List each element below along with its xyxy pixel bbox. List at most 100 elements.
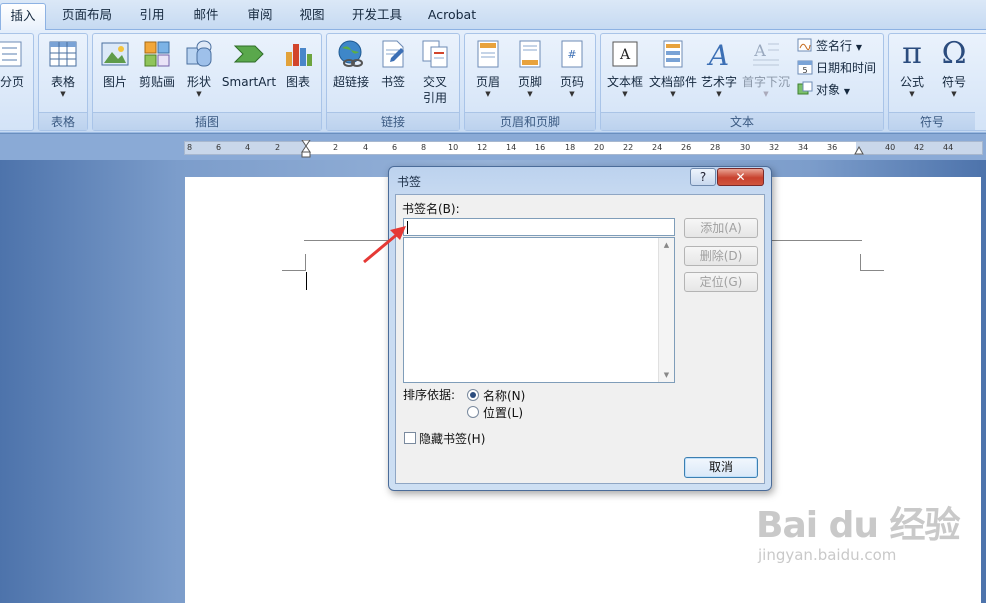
picture-button[interactable]: 图片 <box>97 38 133 90</box>
svg-text:5: 5 <box>802 66 807 75</box>
tab-insert[interactable]: 插入 <box>0 3 46 31</box>
clipart-icon <box>144 41 170 67</box>
signature-line-button[interactable]: 签名行 ▼ <box>797 36 862 56</box>
delete-button[interactable]: 删除(D) <box>684 246 758 266</box>
symbol-button[interactable]: Ω 符号 ▼ <box>935 36 973 99</box>
scroll-down-icon[interactable]: ▼ <box>659 368 674 382</box>
shapes-button[interactable]: 形状 ▼ <box>181 38 217 98</box>
table-button[interactable]: 表格 ▼ <box>43 38 83 98</box>
indent-marker-icon[interactable] <box>301 140 311 158</box>
cross-reference-button[interactable]: 交叉 引用 <box>415 38 455 106</box>
quick-parts-button[interactable]: 文档部件 ▼ <box>649 38 697 98</box>
chevron-down-icon: ▼ <box>855 43 862 52</box>
goto-button[interactable]: 定位(G) <box>684 272 758 292</box>
bookmark-list[interactable]: ▲ ▼ <box>403 237 675 383</box>
group-header-footer: 页眉 ▼ 页脚 ▼ # 页码 ▼ 页眉和页脚 <box>464 33 596 131</box>
ruler-tick: 4 <box>245 143 251 152</box>
svg-text:#: # <box>567 48 576 61</box>
ruler-tick: 34 <box>798 143 809 152</box>
page-number-button[interactable]: # 页码 ▼ <box>553 38 591 98</box>
calendar-icon: 5 <box>797 60 813 75</box>
drop-cap-button[interactable]: A 首字下沉 ▼ <box>741 38 791 98</box>
symbol-label: 符号 <box>941 75 966 89</box>
bookmark-icon <box>382 40 404 68</box>
wordart-button[interactable]: A 艺术字 ▼ <box>699 38 739 98</box>
chart-button[interactable]: 图表 <box>279 38 317 90</box>
smartart-icon <box>233 45 264 63</box>
textbox-label: 文本框 <box>606 75 643 89</box>
hyperlink-button[interactable]: 超链接 <box>331 38 371 90</box>
bookmark-button[interactable]: 书签 <box>373 38 413 90</box>
group-text: A 文本框 ▼ 文档部件 ▼ A 艺术字 ▼ A 首字下沉 ▼ 签名行 ▼ 5 … <box>600 33 884 131</box>
quick-parts-label: 文档部件 <box>649 75 698 89</box>
date-time-button[interactable]: 5 日期和时间 <box>797 58 876 78</box>
close-button[interactable]: ✕ <box>717 168 764 186</box>
page-break-button[interactable]: 分页 <box>0 38 27 90</box>
quick-parts-icon <box>663 40 683 68</box>
tab-page-layout[interactable]: 页面布局 <box>52 6 122 24</box>
tab-review[interactable]: 审阅 <box>238 6 282 24</box>
table-label: 表格 <box>50 75 75 89</box>
object-button[interactable]: 对象 ▼ <box>797 80 850 100</box>
textbox-button[interactable]: A 文本框 ▼ <box>605 38 645 98</box>
group-label-links: 链接 <box>327 112 459 130</box>
right-indent-marker-icon[interactable] <box>854 143 864 155</box>
ruler-tick: 22 <box>623 143 634 152</box>
bookmark-name-input[interactable] <box>403 218 675 236</box>
omega-icon: Ω <box>941 36 967 71</box>
tab-references[interactable]: 引用 <box>130 6 174 24</box>
chevron-down-icon: ▼ <box>909 90 915 98</box>
group-pages: 分页 <box>0 33 34 131</box>
horizontal-ruler[interactable]: 8 6 4 2 2 4 6 8 10 12 14 16 18 20 22 24 … <box>184 140 983 158</box>
footer-button[interactable]: 页脚 ▼ <box>511 38 549 98</box>
ruler-tick: 42 <box>914 143 925 152</box>
sort-by-name-radio[interactable] <box>467 389 479 401</box>
cancel-button[interactable]: 取消 <box>684 457 758 478</box>
help-button[interactable]: ? <box>690 168 716 186</box>
picture-label: 图片 <box>102 75 127 89</box>
bar-chart-icon <box>286 44 312 66</box>
tab-acrobat[interactable]: Acrobat <box>420 6 484 24</box>
cross-reference-icon <box>422 40 448 68</box>
group-label-illustrations: 插图 <box>93 112 321 130</box>
crop-mark <box>282 270 306 271</box>
chevron-down-icon: ▼ <box>527 90 533 98</box>
scroll-up-icon[interactable]: ▲ <box>659 238 674 252</box>
tab-developer[interactable]: 开发工具 <box>342 6 412 24</box>
pi-icon: π <box>902 36 922 71</box>
chevron-down-icon: ▼ <box>485 90 491 98</box>
bookmark-list-scrollbar[interactable]: ▲ ▼ <box>658 238 674 382</box>
add-button[interactable]: 添加(A) <box>684 218 758 238</box>
sort-by-location-radio[interactable] <box>467 406 479 418</box>
equation-label: 公式 <box>899 75 924 89</box>
ruler-tick: 2 <box>333 143 339 152</box>
page-break-label: 分页 <box>0 75 24 89</box>
bookmark-label: 书签 <box>380 75 405 89</box>
smartart-button[interactable]: SmartArt <box>221 38 277 90</box>
hidden-bookmarks-checkbox[interactable] <box>404 432 416 444</box>
crop-mark <box>305 254 306 270</box>
ruler-tick: 30 <box>740 143 751 152</box>
page-number-icon: # <box>561 40 583 68</box>
ribbon: 分页 表格 ▼ 表格 图片 剪贴画 形状 ▼ SmartArt 图表 插图 超链… <box>0 30 986 133</box>
dialog-title: 书签 <box>397 175 422 189</box>
cross-reference-label-1: 交叉 <box>422 75 447 89</box>
tab-view[interactable]: 视图 <box>290 6 334 24</box>
footer-icon <box>519 40 541 68</box>
drop-cap-label: 首字下沉 <box>741 75 790 89</box>
bookmark-dialog: 书签 ? ✕ 书签名(B): ▲ ▼ 添加(A) 删除(D) 定位(G) 排序依… <box>388 166 772 491</box>
equation-button[interactable]: π 公式 ▼ <box>893 36 931 99</box>
ruler-tick: 18 <box>565 143 576 152</box>
clipart-button[interactable]: 剪贴画 <box>137 38 177 90</box>
ruler-tick: 32 <box>769 143 780 152</box>
ruler-tick: 44 <box>943 143 954 152</box>
group-label-table: 表格 <box>39 112 87 130</box>
ruler-tick: 6 <box>216 143 222 152</box>
text-cursor <box>306 272 307 290</box>
smartart-label: SmartArt <box>221 75 277 89</box>
tab-mailings[interactable]: 邮件 <box>184 6 228 24</box>
drop-cap-icon: A <box>753 41 779 66</box>
red-arrow-pointer-icon <box>363 226 406 264</box>
header-button[interactable]: 页眉 ▼ <box>469 38 507 98</box>
ruler-tick: 8 <box>421 143 427 152</box>
